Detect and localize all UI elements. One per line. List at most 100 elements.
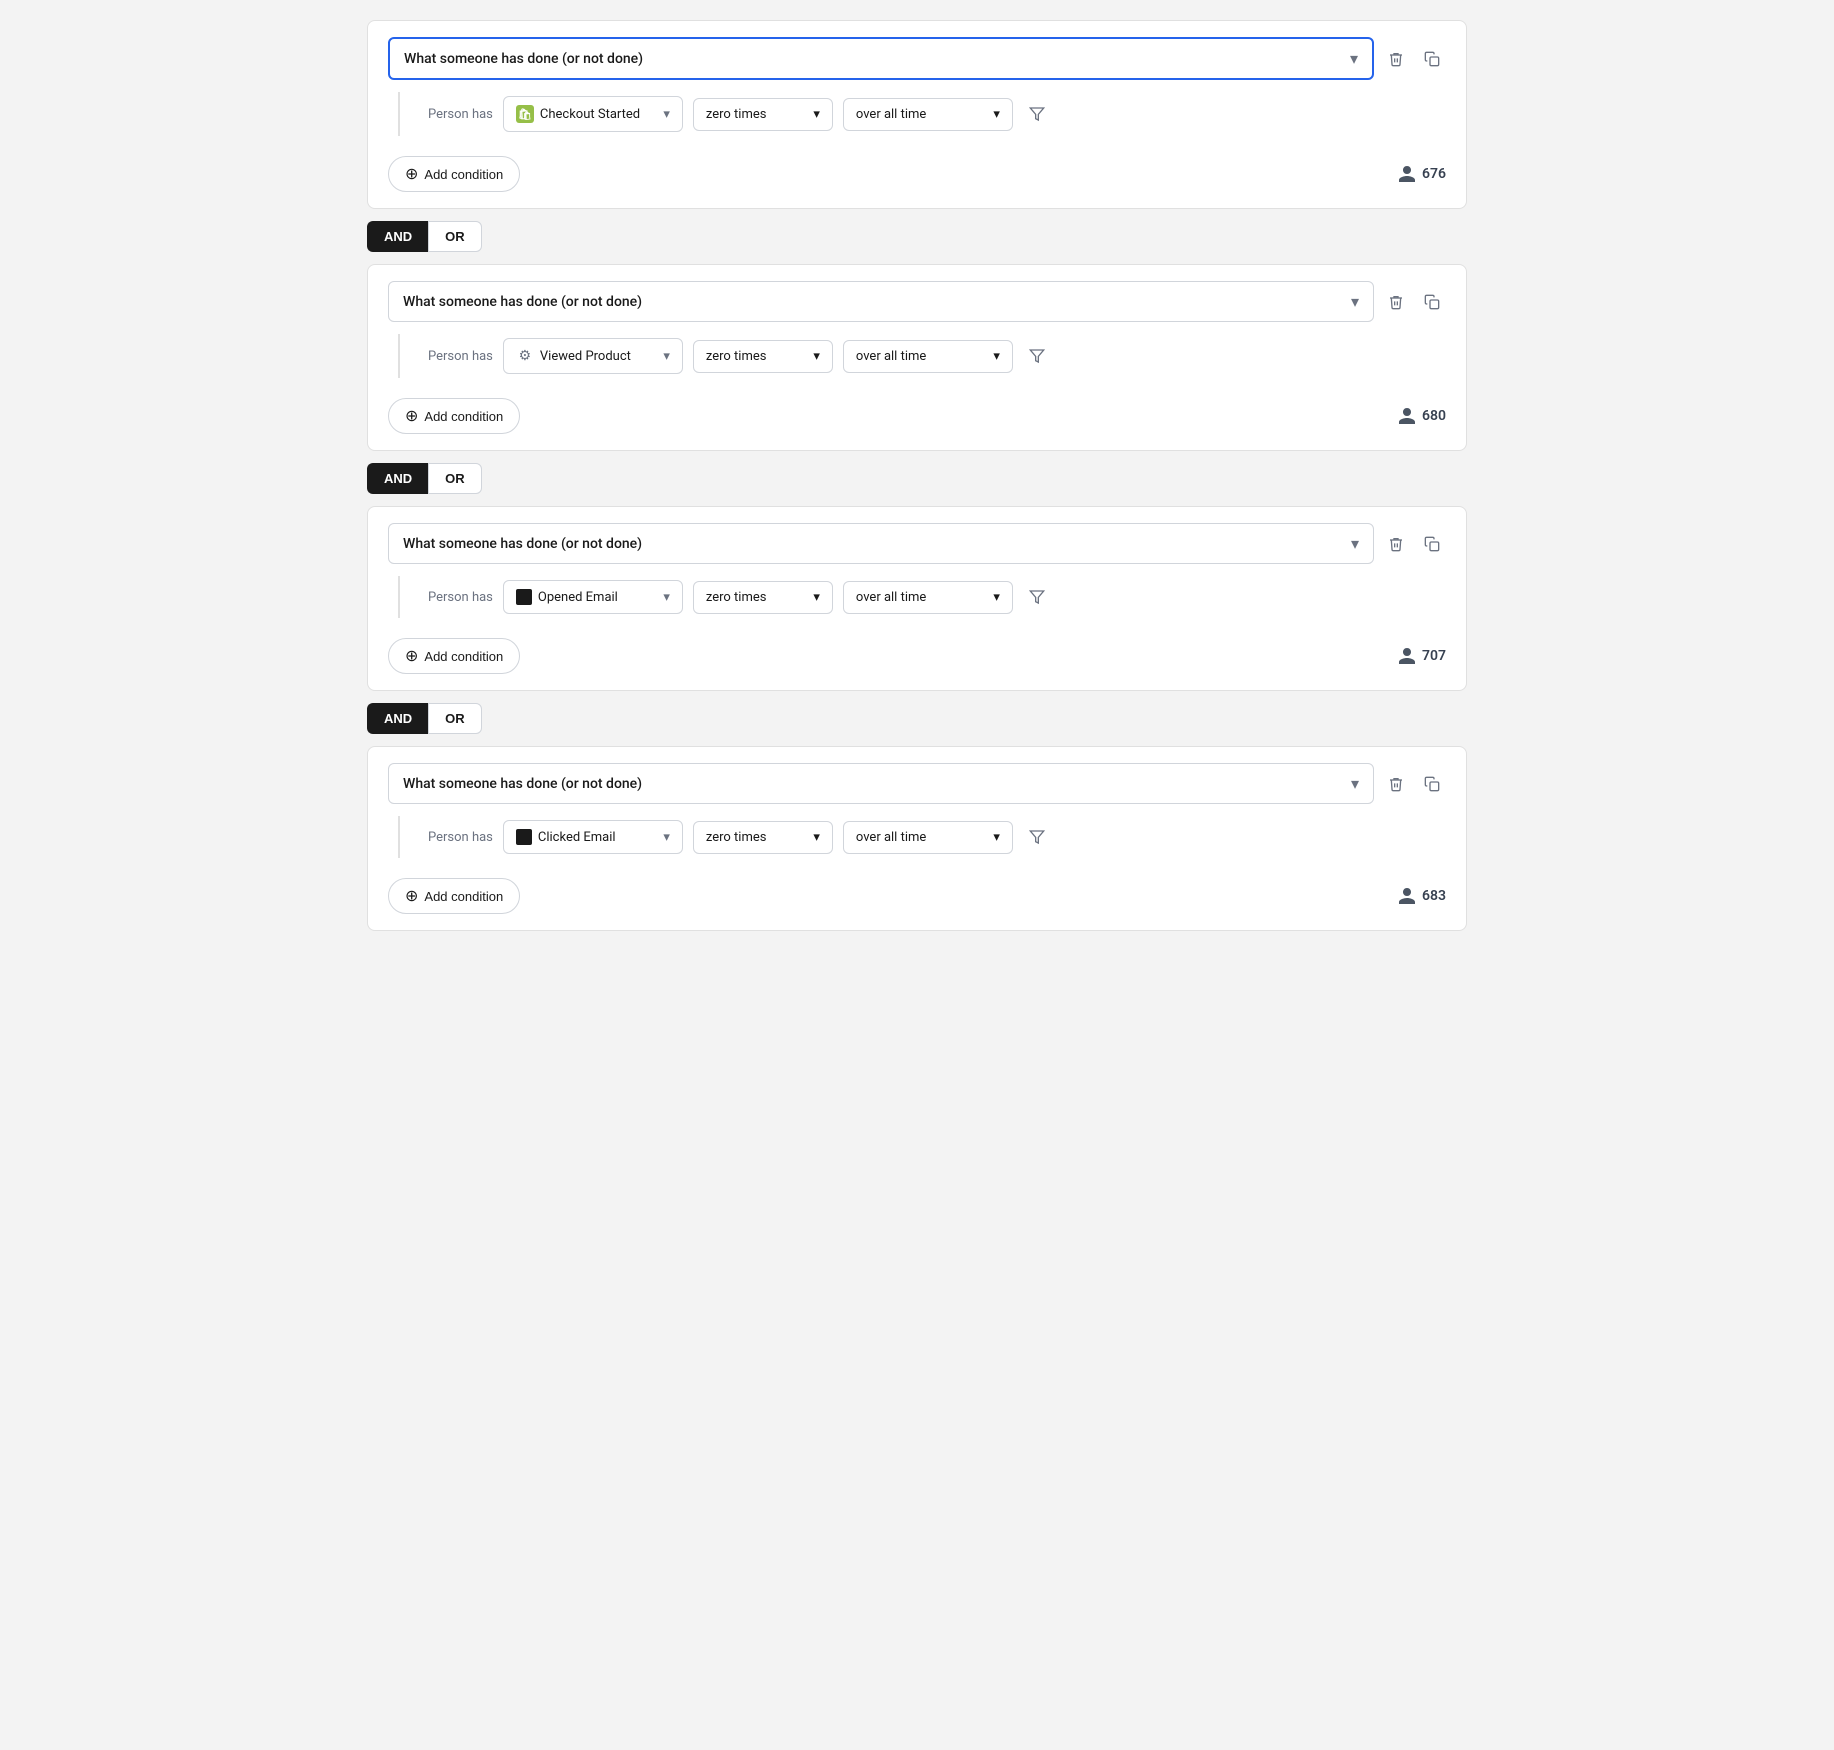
- event-label-3: Opened Email: [538, 590, 618, 605]
- count-value-3: 707: [1422, 648, 1446, 664]
- frequency-label-2: zero times: [706, 349, 767, 364]
- count-value-4: 683: [1422, 888, 1446, 904]
- count-display-1: 676: [1397, 164, 1446, 184]
- event-dropdown-2[interactable]: ⚙ Viewed Product ▾: [503, 338, 683, 374]
- copy-button-3[interactable]: [1418, 530, 1446, 558]
- event-chevron-4: ▾: [663, 830, 670, 845]
- condition-footer-2: ⊕ Add condition 680: [388, 390, 1446, 434]
- filter-button-4[interactable]: [1023, 823, 1051, 851]
- timerange-dropdown-1[interactable]: over all time ▾: [843, 98, 1013, 131]
- person-icon-4: [1397, 886, 1417, 906]
- timerange-dropdown-2[interactable]: over all time ▾: [843, 340, 1013, 373]
- timerange-label-2: over all time: [856, 349, 926, 364]
- person-icon-3: [1397, 646, 1417, 666]
- add-condition-button-1[interactable]: ⊕ Add condition: [388, 156, 520, 192]
- event-dropdown-1[interactable]: 🛍 Checkout Started ▾: [503, 96, 683, 132]
- add-condition-label-1: Add condition: [424, 167, 503, 182]
- main-dropdown-label-3: What someone has done (or not done): [403, 536, 642, 552]
- plus-icon-3: ⊕: [405, 646, 418, 666]
- chevron-icon-2: ▾: [1351, 292, 1359, 311]
- delete-button-2[interactable]: [1382, 288, 1410, 316]
- main-dropdown-label-1: What someone has done (or not done): [404, 51, 643, 67]
- condition-header-1: What someone has done (or not done) ▾: [388, 37, 1446, 80]
- freq-chevron-4: ▾: [813, 830, 820, 845]
- frequency-dropdown-3[interactable]: zero times ▾: [693, 581, 833, 614]
- event-label-2: Viewed Product: [540, 349, 631, 364]
- main-dropdown-4[interactable]: What someone has done (or not done) ▾: [388, 763, 1374, 804]
- or-button-1[interactable]: OR: [428, 221, 482, 252]
- condition-header-4: What someone has done (or not done) ▾: [388, 763, 1446, 804]
- add-condition-button-2[interactable]: ⊕ Add condition: [388, 398, 520, 434]
- plus-icon-4: ⊕: [405, 886, 418, 906]
- condition-header-3: What someone has done (or not done) ▾: [388, 523, 1446, 564]
- and-or-separator-1: AND OR: [367, 209, 1467, 264]
- chevron-icon-3: ▾: [1351, 534, 1359, 553]
- event-dropdown-4[interactable]: Clicked Email ▾: [503, 820, 683, 854]
- count-display-2: 680: [1397, 406, 1446, 426]
- delete-button-1[interactable]: [1382, 45, 1410, 73]
- event-chevron-1: ▾: [663, 107, 670, 122]
- count-display-4: 683: [1397, 886, 1446, 906]
- person-has-label-3: Person has: [428, 590, 493, 605]
- copy-button-2[interactable]: [1418, 288, 1446, 316]
- condition-header-2: What someone has done (or not done) ▾: [388, 281, 1446, 322]
- or-button-3[interactable]: OR: [428, 703, 482, 734]
- add-condition-label-4: Add condition: [424, 889, 503, 904]
- condition-block-3: What someone has done (or not done) ▾ Pe…: [367, 506, 1467, 691]
- delete-button-3[interactable]: [1382, 530, 1410, 558]
- main-dropdown-1[interactable]: What someone has done (or not done) ▾: [388, 37, 1374, 80]
- count-value-1: 676: [1422, 166, 1446, 182]
- delete-button-4[interactable]: [1382, 770, 1410, 798]
- frequency-dropdown-1[interactable]: zero times ▾: [693, 98, 833, 131]
- condition-block-4: What someone has done (or not done) ▾ Pe…: [367, 746, 1467, 931]
- count-value-2: 680: [1422, 408, 1446, 424]
- event-dropdown-3[interactable]: Opened Email ▾: [503, 580, 683, 614]
- add-condition-label-3: Add condition: [424, 649, 503, 664]
- gear-icon-2: ⚙: [516, 347, 534, 365]
- frequency-dropdown-2[interactable]: zero times ▾: [693, 340, 833, 373]
- condition-block-2: What someone has done (or not done) ▾ Pe…: [367, 264, 1467, 451]
- email-icon-4: [516, 829, 532, 845]
- condition-row-2: Person has ⚙ Viewed Product ▾ zero times…: [398, 334, 1446, 378]
- copy-button-4[interactable]: [1418, 770, 1446, 798]
- chevron-icon-4: ▾: [1351, 774, 1359, 793]
- condition-footer-3: ⊕ Add condition 707: [388, 630, 1446, 674]
- freq-chevron-2: ▾: [813, 349, 820, 364]
- filter-button-2[interactable]: [1023, 342, 1051, 370]
- add-condition-button-3[interactable]: ⊕ Add condition: [388, 638, 520, 674]
- timerange-dropdown-3[interactable]: over all time ▾: [843, 581, 1013, 614]
- or-button-2[interactable]: OR: [428, 463, 482, 494]
- email-icon-3: [516, 589, 532, 605]
- timerange-chevron-3: ▾: [993, 590, 1000, 605]
- frequency-label-4: zero times: [706, 830, 767, 845]
- timerange-chevron-4: ▾: [993, 830, 1000, 845]
- plus-icon-2: ⊕: [405, 406, 418, 426]
- main-dropdown-3[interactable]: What someone has done (or not done) ▾: [388, 523, 1374, 564]
- plus-icon-1: ⊕: [405, 164, 418, 184]
- copy-button-1[interactable]: [1418, 45, 1446, 73]
- condition-row-1: Person has 🛍 Checkout Started ▾ zero tim…: [398, 92, 1446, 136]
- and-button-2[interactable]: AND: [367, 463, 428, 494]
- filter-button-1[interactable]: [1023, 100, 1051, 128]
- frequency-label-3: zero times: [706, 590, 767, 605]
- chevron-icon-1: ▾: [1350, 49, 1358, 68]
- frequency-label-1: zero times: [706, 107, 767, 122]
- page-container: What someone has done (or not done) ▾ Pe…: [367, 20, 1467, 931]
- add-condition-button-4[interactable]: ⊕ Add condition: [388, 878, 520, 914]
- main-dropdown-2[interactable]: What someone has done (or not done) ▾: [388, 281, 1374, 322]
- count-display-3: 707: [1397, 646, 1446, 666]
- main-dropdown-label-4: What someone has done (or not done): [403, 776, 642, 792]
- timerange-dropdown-4[interactable]: over all time ▾: [843, 821, 1013, 854]
- and-button-1[interactable]: AND: [367, 221, 428, 252]
- timerange-label-1: over all time: [856, 107, 926, 122]
- timerange-chevron-2: ▾: [993, 349, 1000, 364]
- person-has-label-4: Person has: [428, 830, 493, 845]
- and-button-3[interactable]: AND: [367, 703, 428, 734]
- timerange-label-3: over all time: [856, 590, 926, 605]
- shopify-icon-1: 🛍: [516, 105, 534, 123]
- filter-button-3[interactable]: [1023, 583, 1051, 611]
- frequency-dropdown-4[interactable]: zero times ▾: [693, 821, 833, 854]
- event-chevron-3: ▾: [663, 590, 670, 605]
- main-dropdown-label-2: What someone has done (or not done): [403, 294, 642, 310]
- condition-row-3: Person has Opened Email ▾ zero times ▾ o…: [398, 576, 1446, 618]
